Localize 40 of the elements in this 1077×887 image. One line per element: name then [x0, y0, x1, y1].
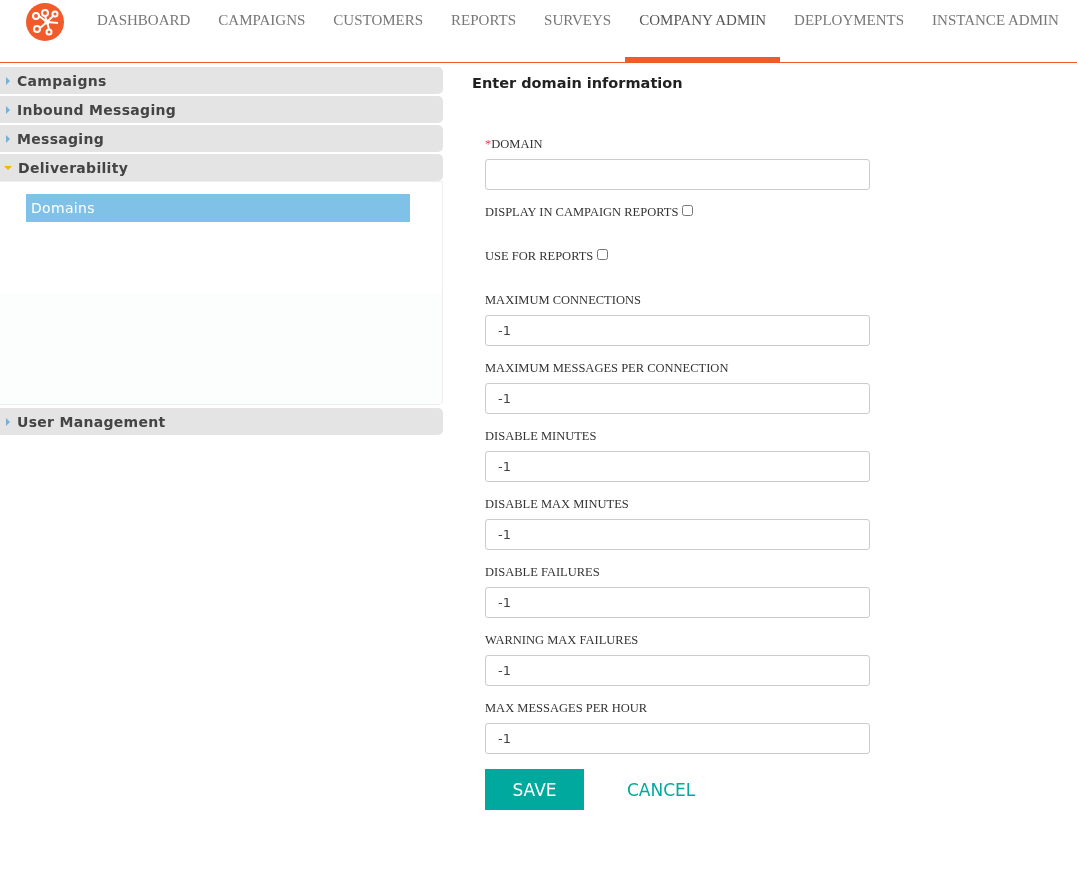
form-title: Enter domain information	[472, 75, 684, 91]
checkbox[interactable]	[597, 249, 609, 260]
field-label: MAX MESSAGES PER HOUR	[485, 701, 649, 716]
field-label: DISABLE FAILURES	[485, 565, 601, 580]
field-label: WARNING MAX FAILURES	[485, 633, 640, 648]
accordion-header[interactable]: Deliverability	[0, 154, 443, 181]
caret-icon	[6, 76, 10, 85]
input-field[interactable]: -1	[485, 383, 870, 414]
caret-icon	[4, 165, 12, 170]
input-field[interactable]: -1	[485, 519, 870, 550]
nav-tab[interactable]: INSTANCE ADMIN	[918, 0, 1073, 62]
accordion-header[interactable]: Inbound Messaging	[0, 96, 443, 123]
caret-icon	[6, 134, 10, 143]
input-field[interactable]: -1	[485, 315, 870, 346]
caret-icon	[6, 417, 10, 426]
checkbox-label: DISPLAY IN CAMPAIGN REPORTS	[485, 205, 679, 220]
field-label: DISABLE MINUTES	[485, 429, 598, 444]
input-field[interactable]	[485, 159, 870, 190]
nav-tab[interactable]: REPORTS	[437, 0, 531, 62]
field-label: MAXIMUM CONNECTIONS	[485, 293, 642, 308]
accordion-header[interactable]: Campaigns	[0, 67, 443, 94]
caret-icon	[6, 105, 10, 114]
field-label: *DOMAIN	[485, 137, 544, 152]
nav-tab[interactable]: COMPANY ADMIN	[625, 0, 781, 62]
input-field[interactable]: -1	[485, 655, 870, 686]
nav-tab[interactable]: DEPLOYMENTS	[780, 0, 919, 62]
accordion-header[interactable]: User Management	[0, 408, 443, 435]
nav-tab[interactable]: SURVEYS	[530, 0, 626, 62]
input-field[interactable]: -1	[485, 723, 870, 754]
checkbox-label: USE FOR REPORTS	[485, 249, 594, 264]
logo-icon[interactable]	[25, 2, 65, 42]
input-field[interactable]: -1	[485, 451, 870, 482]
field-label: DISABLE MAX MINUTES	[485, 497, 630, 512]
input-field[interactable]: -1	[485, 587, 870, 618]
nav-tab[interactable]: CUSTOMERS	[319, 0, 438, 62]
nav-tab[interactable]: CAMPAIGNS	[204, 0, 320, 62]
checkbox[interactable]	[682, 205, 694, 216]
nav-tab[interactable]: DASHBOARD	[83, 0, 205, 62]
field-label: MAXIMUM MESSAGES PER CONNECTION	[485, 361, 730, 376]
accordion-header[interactable]: Messaging	[0, 125, 443, 152]
